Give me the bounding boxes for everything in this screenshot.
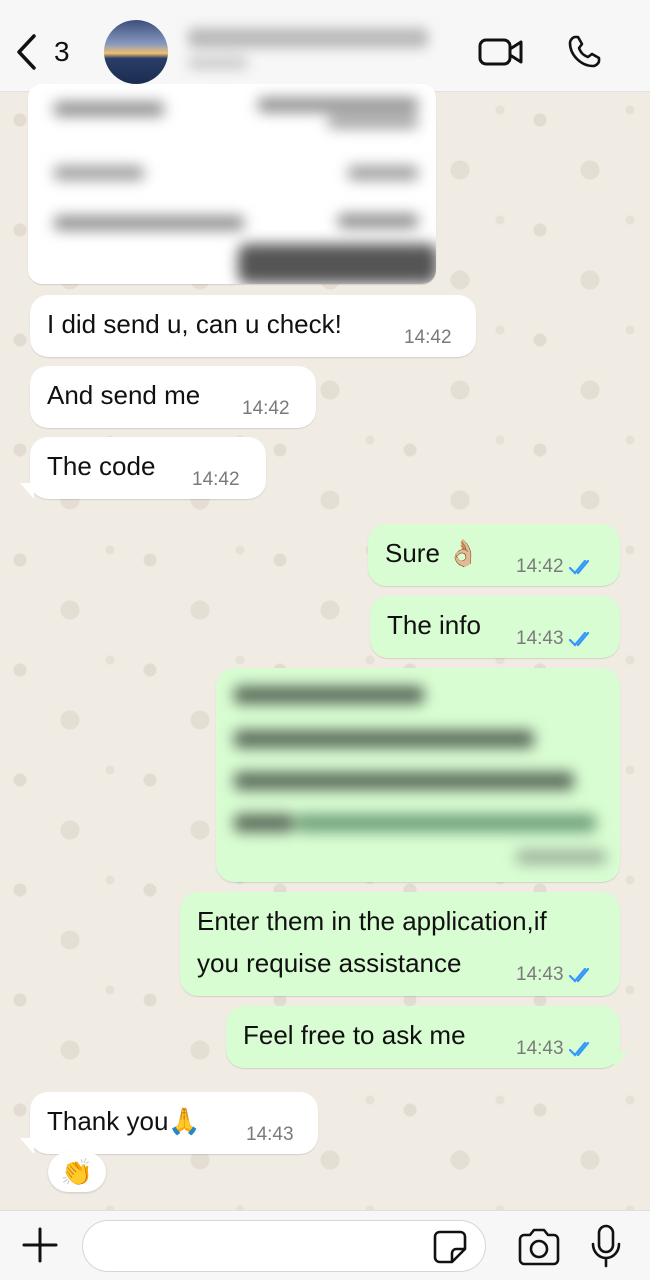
composer-bar bbox=[0, 1210, 650, 1280]
message-time: 14:43 bbox=[516, 1038, 596, 1060]
message-text-line-2: you requise assistance bbox=[197, 948, 462, 978]
incoming-message[interactable]: The code 14:42 bbox=[30, 437, 266, 499]
read-receipt-icon bbox=[568, 559, 589, 575]
message-time: 14:42 bbox=[242, 398, 290, 419]
message-reaction[interactable]: 👏 bbox=[48, 1152, 106, 1192]
voice-call-button[interactable] bbox=[560, 30, 608, 74]
plus-icon[interactable] bbox=[20, 1225, 60, 1265]
camera-icon[interactable] bbox=[516, 1227, 562, 1267]
outgoing-message[interactable]: Feel free to ask me 14:43 bbox=[226, 1006, 620, 1068]
message-text: Sure 👌🏼 bbox=[385, 538, 480, 568]
incoming-message[interactable]: Thank you🙏 14:43 bbox=[30, 1092, 318, 1154]
microphone-icon[interactable] bbox=[588, 1223, 624, 1269]
back-button[interactable]: 3 bbox=[14, 30, 84, 74]
chevron-left-icon bbox=[17, 34, 36, 70]
sticker-icon[interactable] bbox=[432, 1229, 468, 1265]
unread-count: 3 bbox=[54, 36, 70, 67]
incoming-message[interactable]: I did send u, can u check! 14:42 bbox=[30, 295, 476, 357]
read-receipt-icon bbox=[568, 967, 589, 983]
message-text: Thank you🙏 bbox=[47, 1106, 201, 1136]
bubble-tail bbox=[614, 1052, 628, 1068]
message-time: 14:43 bbox=[516, 628, 596, 650]
outgoing-message[interactable]: The info 14:43 bbox=[370, 596, 620, 658]
message-text: And send me bbox=[47, 380, 201, 410]
chat-header: 3 bbox=[0, 0, 650, 92]
outgoing-message[interactable]: Enter them in the application,if you req… bbox=[180, 892, 620, 996]
message-input[interactable] bbox=[82, 1220, 486, 1272]
phone-call-icon bbox=[568, 35, 601, 68]
message-time: 14:43 bbox=[246, 1124, 294, 1145]
message-time: 14:42 bbox=[516, 556, 596, 578]
read-receipt-icon bbox=[568, 631, 589, 647]
message-time: 14:42 bbox=[192, 469, 240, 490]
time-label: 14:43 bbox=[516, 628, 564, 649]
contact-avatar[interactable] bbox=[104, 20, 168, 84]
bubble-tail bbox=[20, 1138, 34, 1154]
message-text: I did send u, can u check! bbox=[47, 309, 342, 339]
video-call-icon bbox=[478, 38, 523, 66]
message-text: The info bbox=[387, 610, 481, 640]
message-text: Feel free to ask me bbox=[243, 1020, 466, 1050]
blurred-credentials-message[interactable] bbox=[216, 668, 620, 882]
message-time: 14:43 bbox=[516, 964, 596, 986]
message-time: 14:42 bbox=[404, 327, 452, 348]
time-label: 14:43 bbox=[516, 1038, 564, 1059]
video-call-button[interactable] bbox=[477, 30, 525, 74]
message-text: Enter them in the application,if bbox=[197, 906, 547, 936]
time-label: 14:43 bbox=[516, 964, 564, 985]
contact-name-blurred[interactable] bbox=[188, 26, 428, 74]
outgoing-message[interactable]: Sure 👌🏼 14:42 bbox=[368, 524, 620, 586]
incoming-message[interactable]: And send me 14:42 bbox=[30, 366, 316, 428]
time-label: 14:42 bbox=[516, 556, 564, 577]
blurred-image-message[interactable] bbox=[28, 84, 436, 284]
message-text: The code bbox=[47, 451, 156, 481]
bubble-tail bbox=[20, 483, 34, 499]
read-receipt-icon bbox=[568, 1041, 589, 1057]
